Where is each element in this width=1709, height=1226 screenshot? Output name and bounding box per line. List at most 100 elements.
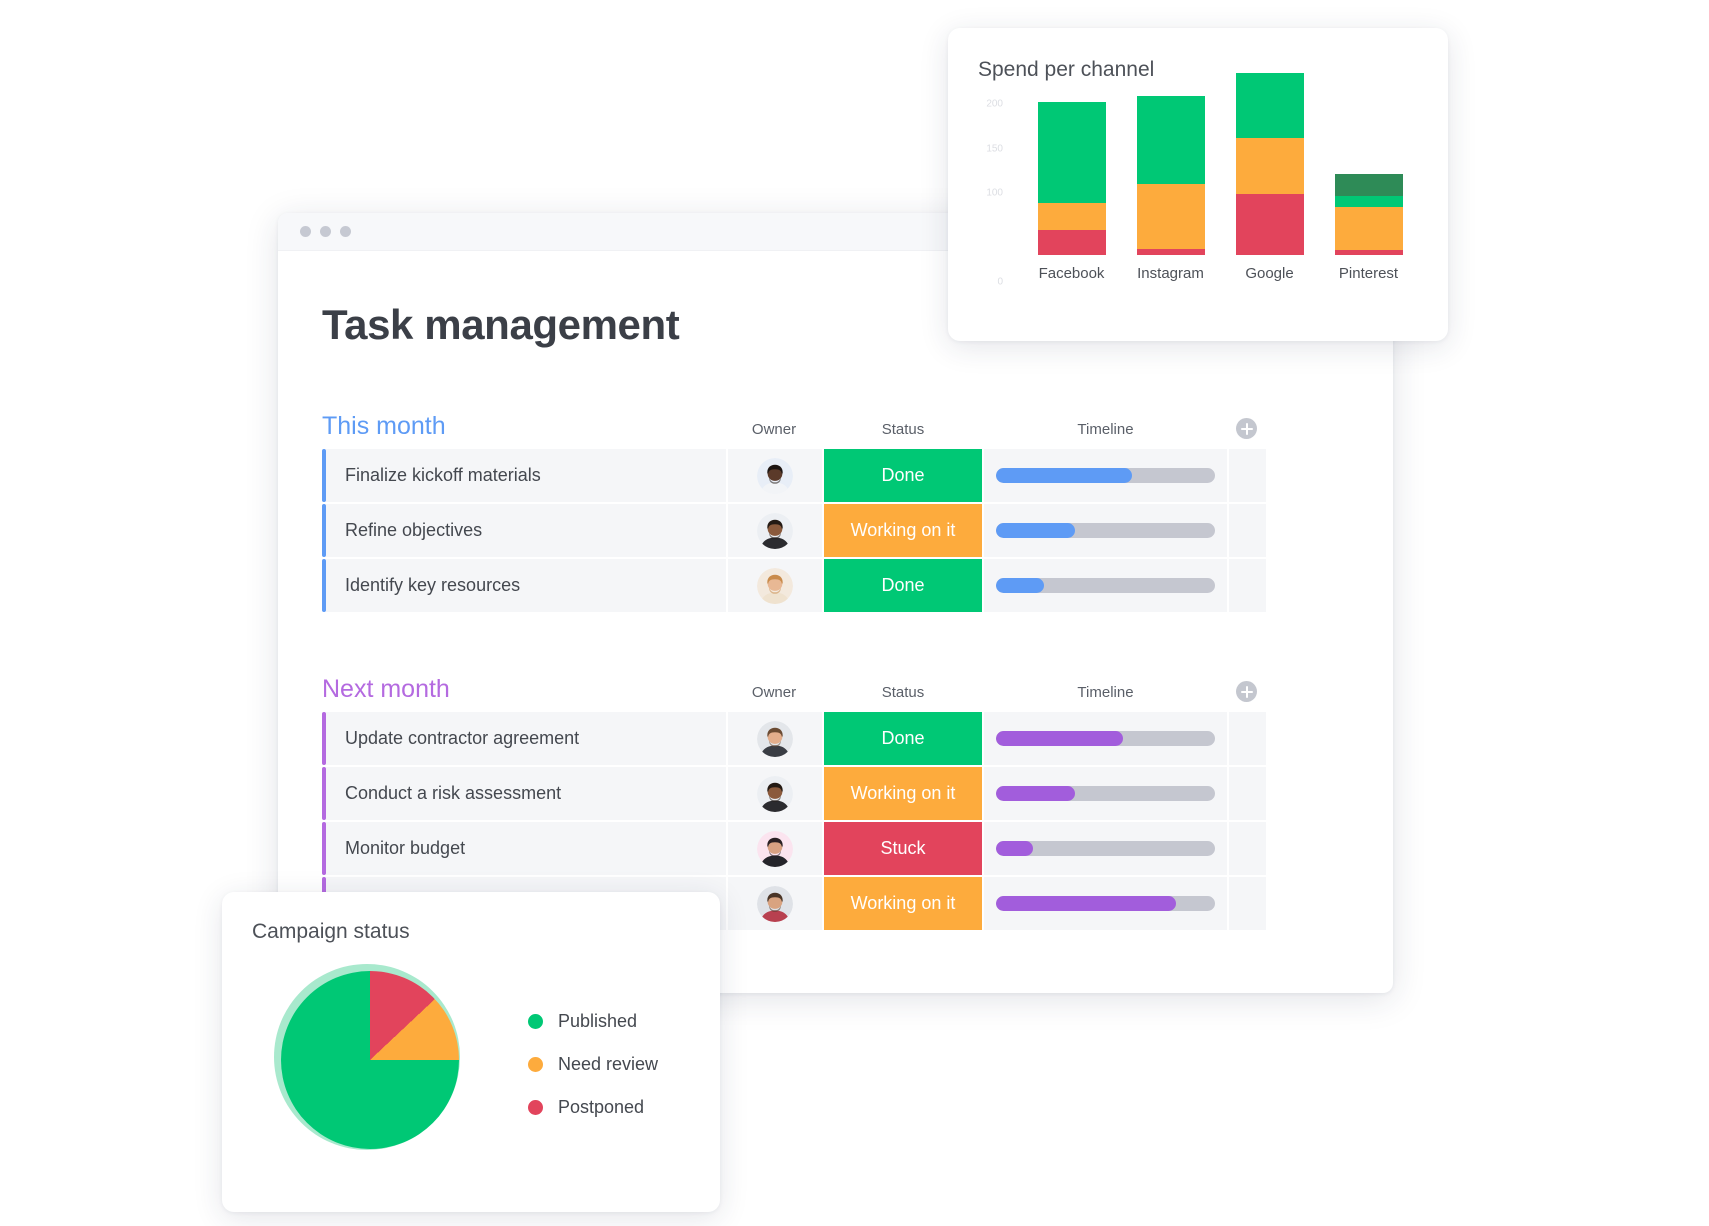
timeline-cell[interactable] <box>984 712 1227 765</box>
timeline-track[interactable] <box>996 841 1215 856</box>
table-row[interactable]: Conduct a risk assessment Working on it <box>322 767 1357 820</box>
y-axis-tick: 0 <box>997 276 1003 288</box>
status-badge[interactable]: Working on it <box>822 877 984 930</box>
column-header-timeline: Timeline <box>1077 684 1134 701</box>
status-badge[interactable]: Done <box>822 449 984 502</box>
row-end-cell <box>1227 559 1266 612</box>
screenshot-root: Task management This month Owner Status Tim… <box>0 0 1709 1226</box>
row-end-cell <box>1227 504 1266 557</box>
task-name-cell[interactable]: Conduct a risk assessment <box>326 767 726 820</box>
timeline-cell[interactable] <box>984 449 1227 502</box>
stacked-bar[interactable] <box>1136 95 1205 255</box>
timeline-track[interactable] <box>996 523 1215 538</box>
row-end-cell <box>1227 712 1266 765</box>
window-dot-minimize[interactable] <box>320 226 331 237</box>
avatar[interactable] <box>757 885 793 922</box>
bar-segment-postponed <box>1037 230 1106 255</box>
task-name-cell[interactable]: Identify key resources <box>326 559 726 612</box>
legend-item[interactable]: Postponed <box>528 1097 658 1118</box>
task-name-cell[interactable]: Finalize kickoff materials <box>326 449 726 502</box>
bar-segment-postponed <box>1235 194 1304 255</box>
task-group-header: Next month Owner Status Timeline <box>322 670 1357 702</box>
add-column-cell <box>1227 418 1266 439</box>
timeline-track[interactable] <box>996 578 1215 593</box>
x-axis-label: Instagram <box>1137 265 1204 282</box>
y-axis-tick: 100 <box>986 187 1003 199</box>
avatar[interactable] <box>757 567 793 604</box>
owner-cell[interactable] <box>726 712 822 765</box>
task-group: This month Owner Status Timeline Finalize ki… <box>322 407 1357 612</box>
y-axis-tick: 150 <box>986 143 1003 154</box>
owner-cell[interactable] <box>726 767 822 820</box>
timeline-fill <box>996 896 1176 911</box>
task-name-cell[interactable]: Update contractor agreement <box>326 712 726 765</box>
table-row[interactable]: Identify key resources Done <box>322 559 1357 612</box>
legend-swatch-published <box>528 1013 543 1029</box>
timeline-cell[interactable] <box>984 877 1227 930</box>
stacked-bar[interactable] <box>1334 174 1403 255</box>
timeline-fill <box>996 578 1045 593</box>
add-item-icon[interactable] <box>1236 418 1257 439</box>
table-row[interactable]: Monitor budget Stuck <box>322 822 1357 875</box>
avatar[interactable] <box>757 775 793 812</box>
task-name-cell[interactable]: Monitor budget <box>326 822 726 875</box>
timeline-track[interactable] <box>996 786 1215 801</box>
row-end-cell <box>1227 767 1266 820</box>
legend-label: Postponed <box>558 1096 645 1117</box>
task-group-header: This month Owner Status Timeline <box>322 407 1357 439</box>
spend-chart-title: Spend per channel <box>978 58 1155 81</box>
avatar[interactable] <box>757 457 793 494</box>
owner-cell[interactable] <box>726 559 822 612</box>
timeline-cell[interactable] <box>984 767 1227 820</box>
row-end-cell <box>1227 877 1266 930</box>
stacked-bar[interactable] <box>1235 72 1304 255</box>
legend-item[interactable]: Need review <box>528 1054 658 1075</box>
bar-segment-need-review <box>1334 206 1403 250</box>
avatar[interactable] <box>757 512 793 549</box>
group-title[interactable]: This month <box>322 414 726 439</box>
legend-swatch-need-review <box>528 1056 543 1072</box>
column-header-status: Status <box>881 684 925 701</box>
window-dot-close[interactable] <box>300 226 311 237</box>
timeline-track[interactable] <box>996 468 1215 483</box>
timeline-cell[interactable] <box>984 504 1227 557</box>
column-header-owner: Owner <box>751 684 797 701</box>
table-row[interactable]: Update contractor agreement Done <box>322 712 1357 765</box>
status-badge[interactable]: Stuck <box>822 822 984 875</box>
timeline-cell[interactable] <box>984 559 1227 612</box>
campaign-legend: Published Need review Postponed <box>528 1011 658 1118</box>
x-axis-label: Facebook <box>1038 265 1105 282</box>
owner-cell[interactable] <box>726 877 822 930</box>
bar-segment-archived <box>1334 174 1403 197</box>
bar-segment-published <box>1235 72 1304 139</box>
table-row[interactable]: Refine objectives Working on it <box>322 504 1357 557</box>
table-row[interactable]: Finalize kickoff materials Done <box>322 449 1357 502</box>
avatar[interactable] <box>757 830 793 867</box>
timeline-fill <box>996 468 1132 483</box>
window-dot-maximize[interactable] <box>340 226 351 237</box>
timeline-track[interactable] <box>996 896 1215 911</box>
task-name-cell[interactable]: Refine objectives <box>326 504 726 557</box>
timeline-track[interactable] <box>996 731 1215 746</box>
status-badge[interactable]: Working on it <box>822 767 984 820</box>
status-badge[interactable]: Working on it <box>822 504 984 557</box>
owner-cell[interactable] <box>726 449 822 502</box>
avatar[interactable] <box>757 720 793 757</box>
add-item-icon[interactable] <box>1236 681 1257 702</box>
bar-segment-need-review <box>1037 203 1106 231</box>
column-header-status: Status <box>881 421 925 438</box>
owner-cell[interactable] <box>726 822 822 875</box>
bar-segment-published <box>1037 101 1106 204</box>
bar-group: Instagram <box>1136 95 1205 282</box>
bar-segment-published <box>1136 95 1205 184</box>
x-axis-label: Pinterest <box>1338 265 1399 282</box>
status-badge[interactable]: Done <box>822 559 984 612</box>
timeline-cell[interactable] <box>984 822 1227 875</box>
owner-cell[interactable] <box>726 504 822 557</box>
group-title[interactable]: Next month <box>322 677 726 702</box>
legend-item[interactable]: Published <box>528 1011 658 1032</box>
status-badge[interactable]: Done <box>822 712 984 765</box>
campaign-chart-title: Campaign status <box>252 920 410 943</box>
stacked-bar[interactable] <box>1037 101 1106 255</box>
bar-group: Pinterest <box>1334 174 1403 282</box>
